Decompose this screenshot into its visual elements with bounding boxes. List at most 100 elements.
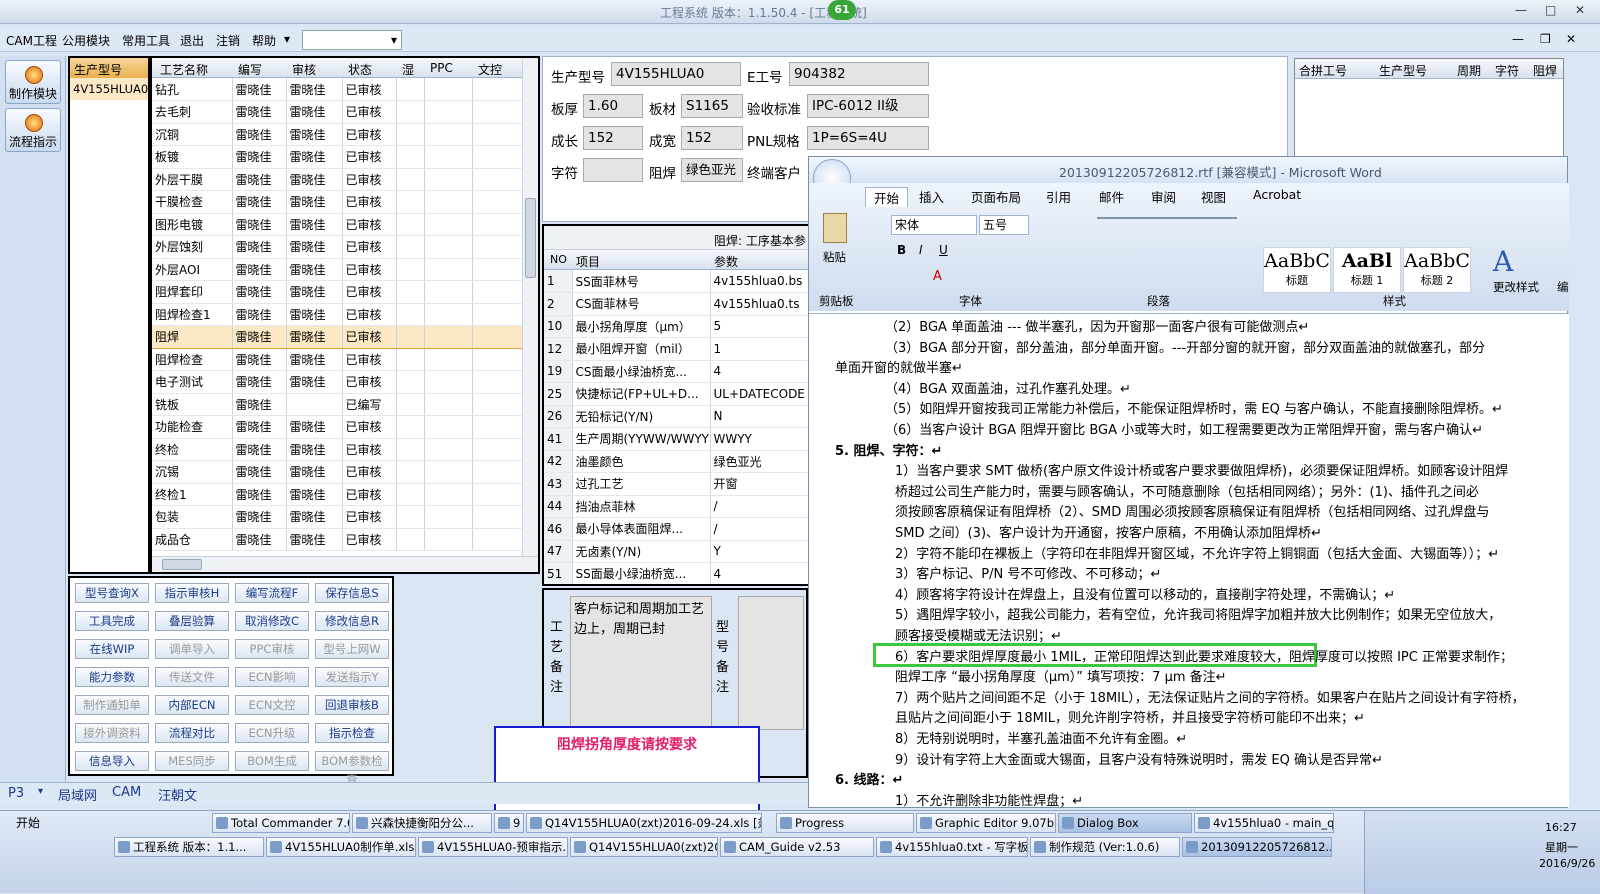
font-color-icon[interactable]: A <box>933 269 942 284</box>
table-row[interactable]: 电子测试 雷晓佳 雷晓佳 已审核 <box>152 370 523 394</box>
table-row[interactable]: 外层AOI 雷晓佳 雷晓佳 已审核 <box>152 258 523 281</box>
table-row[interactable]: 去毛刺 雷晓佳 雷晓佳 已审核 <box>152 100 523 124</box>
document-page[interactable]: （2）BGA 单面盖油 --- 做半塞孔，因为开窗那一面客户很有可能做测点↵ （3… <box>809 313 1569 807</box>
mdi-restore-button[interactable]: ❐ <box>1540 32 1551 46</box>
edit-label[interactable]: 编 <box>1557 279 1569 295</box>
process-vscroll[interactable] <box>522 58 538 558</box>
action-button[interactable]: 叠层验算 <box>155 611 229 631</box>
ribbon-tab-references[interactable]: 引用 <box>1046 187 1071 206</box>
table-row[interactable]: 阻焊检查 雷晓佳 雷晓佳 已审核 <box>152 348 523 371</box>
start-button[interactable]: 开始 <box>2 813 50 833</box>
change-style-icon[interactable]: A <box>1493 245 1513 278</box>
table-row[interactable]: 25 快捷标记(FP+UL+D... UL+DATECODE <box>544 382 808 406</box>
col-reviewer[interactable]: 审核 <box>292 61 316 78</box>
col-item[interactable]: 项目 <box>576 253 600 270</box>
menu-help[interactable]: 帮助 <box>252 32 276 49</box>
action-button[interactable]: MES同步 <box>155 751 229 771</box>
table-row[interactable]: 外层干膜 雷晓佳 雷晓佳 已审核 <box>152 168 523 191</box>
action-button[interactable]: ECN影响 <box>235 667 309 687</box>
process-hscroll-thumb[interactable] <box>162 559 202 570</box>
action-button[interactable]: 接外调资料 <box>75 723 149 743</box>
action-button[interactable]: 型号查询X <box>75 583 149 603</box>
nav-flow-instruction[interactable]: 流程指示 <box>5 108 61 152</box>
table-row[interactable]: 阻焊 雷晓佳 雷晓佳 已审核 <box>152 325 523 349</box>
mask-field[interactable]: 绿色亚光 <box>681 158 743 182</box>
action-button[interactable]: 保存信息S <box>315 583 389 603</box>
col-merge-model[interactable]: 生产型号 <box>1379 62 1427 79</box>
table-row[interactable]: 终检1 雷晓佳 雷晓佳 已审核 <box>152 483 523 506</box>
table-row[interactable]: 功能检查 雷晓佳 雷晓佳 已审核 <box>152 415 523 439</box>
col-merge-cycle[interactable]: 周期 <box>1457 62 1481 79</box>
table-row[interactable]: 12 最小阻焊开窗（mil） 1 <box>544 337 808 361</box>
taskbar-item[interactable]: 20130912205726812... <box>1182 837 1332 857</box>
ribbon-tab-review[interactable]: 审阅 <box>1151 187 1176 206</box>
ribbon-tab-acrobat[interactable]: Acrobat <box>1253 187 1301 202</box>
taskbar-item[interactable]: Total Commander 7.0... <box>212 813 350 833</box>
char-field[interactable] <box>583 158 643 182</box>
tab-lan[interactable]: 局域网 <box>58 785 97 804</box>
font-size-select[interactable]: 五号 <box>979 215 1029 235</box>
table-row[interactable]: 51 SS面最小绿油桥宽... 4 <box>544 562 808 584</box>
action-button[interactable]: 制作通知单 <box>75 695 149 715</box>
action-button[interactable]: 取消修改C <box>235 611 309 631</box>
model-list-item[interactable]: 4V155HLUA0 <box>70 78 148 100</box>
bold-icon[interactable]: B <box>897 243 906 257</box>
table-row[interactable]: 47 无卤素(Y/N) Y <box>544 540 808 563</box>
taskbar-item[interactable]: Dialog Box <box>1058 813 1192 833</box>
taskbar-item[interactable]: 制作规范 (Ver:1.0.6) <box>1030 837 1180 857</box>
ribbon-tab-insert[interactable]: 插入 <box>919 187 944 206</box>
table-row[interactable]: 干膜检查 雷晓佳 雷晓佳 已审核 <box>152 190 523 214</box>
taskbar-item[interactable]: Q14V155HLUA0(zxt)2016-09-24.xls [兼容模式] <box>526 813 762 833</box>
col-writer[interactable]: 编写 <box>238 61 262 78</box>
col-wet[interactable]: 湿 <box>402 61 414 78</box>
table-row[interactable]: 阻焊检查1 雷晓佳 雷晓佳 已审核 <box>152 303 523 326</box>
table-row[interactable]: 外层蚀刻 雷晓佳 雷晓佳 已审核 <box>152 235 523 259</box>
page-selector[interactable]: P3 <box>8 786 24 801</box>
taskbar-item[interactable]: 4v155hlua0.txt - 写字板 <box>876 837 1028 857</box>
table-row[interactable]: 42 油墨颜色 绿色亚光 <box>544 450 808 473</box>
table-row[interactable]: 钻孔 雷晓佳 雷晓佳 已审核 <box>152 78 523 101</box>
col-merge-char[interactable]: 字符 <box>1495 62 1519 79</box>
mdi-close-button[interactable]: ✕ <box>1566 32 1576 46</box>
action-button[interactable]: 指示检查 <box>315 723 389 743</box>
col-process-name[interactable]: 工艺名称 <box>160 61 208 78</box>
clock-time[interactable]: 16:27 <box>1545 821 1577 834</box>
table-row[interactable]: 46 最小导体表面阻焊... / <box>544 517 808 541</box>
menu-common-module[interactable]: 公用模块 <box>62 32 110 49</box>
action-button[interactable]: 能力参数 <box>75 667 149 687</box>
action-button[interactable]: 流程对比 <box>155 723 229 743</box>
table-row[interactable]: 43 过孔工艺 开窗 <box>544 472 808 496</box>
italic-icon[interactable]: I <box>919 243 923 257</box>
action-button[interactable]: 传送文件 <box>155 667 229 687</box>
table-row[interactable]: 终检 雷晓佳 雷晓佳 已审核 <box>152 438 523 461</box>
action-button[interactable]: ECN文控 <box>235 695 309 715</box>
table-row[interactable]: 19 CS面最小绿油桥宽... 4 <box>544 360 808 383</box>
table-row[interactable]: 沉锡 雷晓佳 雷晓佳 已审核 <box>152 460 523 484</box>
table-row[interactable]: 44 挡油点菲林 / <box>544 495 808 518</box>
table-row[interactable]: 10 最小拐角厚度（μm） 5 <box>544 315 808 338</box>
action-button[interactable]: 编写流程F <box>235 583 309 603</box>
process-vscroll-thumb[interactable] <box>525 198 536 278</box>
action-button[interactable]: 发送指示Y <box>315 667 389 687</box>
thickness-field[interactable]: 1.60 <box>583 94 643 118</box>
action-button[interactable]: 内部ECN <box>155 695 229 715</box>
action-button[interactable]: 信息导入 <box>75 751 149 771</box>
chevron-down-icon[interactable]: ▾ <box>38 786 43 797</box>
model-note-field[interactable] <box>738 596 804 730</box>
col-ppc[interactable]: PPC <box>430 61 453 75</box>
action-button[interactable]: 回退审核B <box>315 695 389 715</box>
taskbar-item[interactable]: 4v155hlua0 - main_qa <box>1194 813 1334 833</box>
taskbar-item[interactable]: CAM_Guide v2.53 <box>720 837 874 857</box>
table-row[interactable]: 图形电镀 雷晓佳 雷晓佳 已审核 <box>152 213 523 236</box>
table-row[interactable]: 1 SS面菲林号 4v155hlua0.bs <box>544 270 808 293</box>
width-field[interactable]: 152 <box>681 126 743 150</box>
table-row[interactable]: 阻焊套印 雷晓佳 雷晓佳 已审核 <box>152 280 523 304</box>
process-hscroll[interactable] <box>152 556 538 572</box>
notification-badge[interactable]: 61 <box>828 0 856 20</box>
help-dropdown-icon[interactable]: ▾ <box>284 32 290 46</box>
taskbar-item[interactable]: 工程系统 版本：1.1... <box>114 837 264 857</box>
taskbar-item[interactable]: 9 <box>494 813 524 833</box>
action-button[interactable]: PPC审核 <box>235 639 309 659</box>
menu-select[interactable]: ▾ <box>302 30 402 50</box>
style-heading1[interactable]: AaBl 标题 1 <box>1333 247 1401 293</box>
